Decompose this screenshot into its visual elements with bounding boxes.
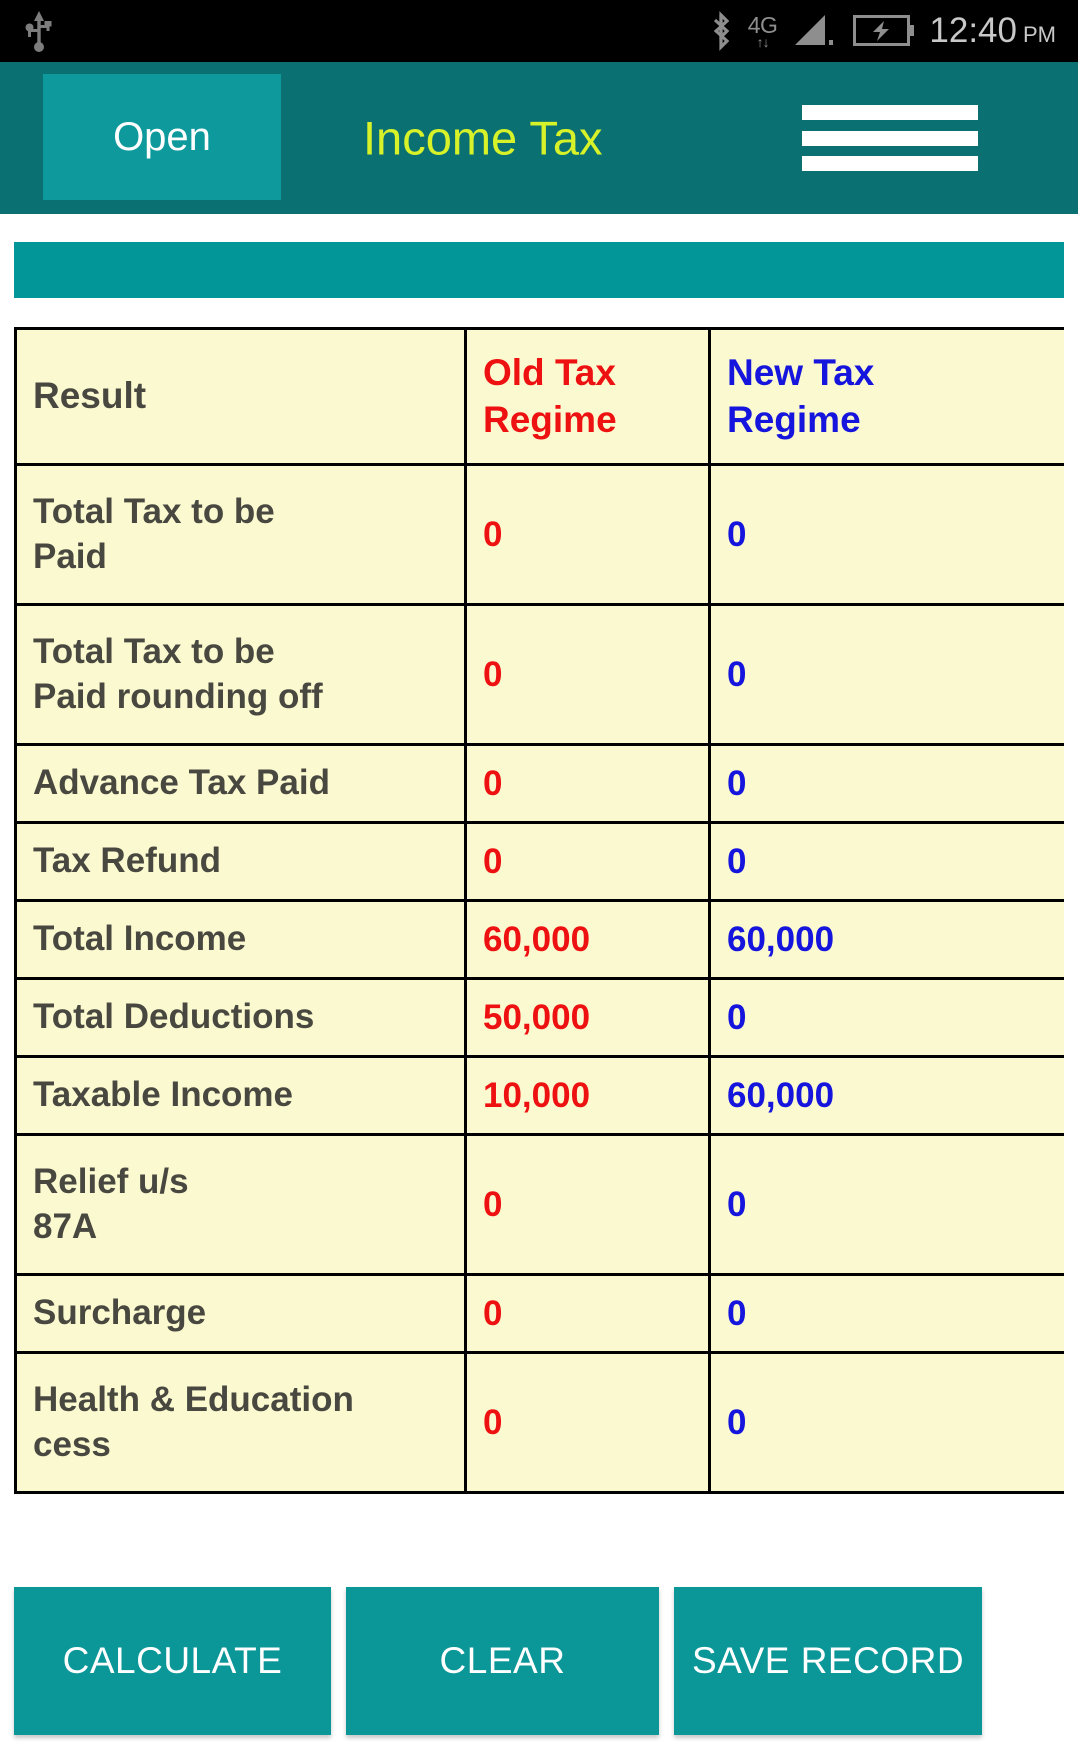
header-new-regime-line2: Regime xyxy=(727,398,861,440)
header-new-regime: New Tax Regime xyxy=(708,327,1064,466)
table-header-row: Result Old Tax Regime New Tax Regime xyxy=(14,327,1064,466)
row-label-line1: Total Deductions xyxy=(33,997,315,1037)
row-value-new-regime: 0 xyxy=(708,821,1064,902)
row-value-new-regime: 0 xyxy=(708,603,1064,746)
row-value-old-regime: 50,000 xyxy=(464,977,711,1058)
hamburger-bar-1 xyxy=(802,105,978,120)
row-label-line1: Total Income xyxy=(33,919,247,959)
row-value-new-regime: 0 xyxy=(708,1133,1064,1276)
header-old-regime: Old Tax Regime xyxy=(464,327,711,466)
status-bar: 4G ↑↓ 12:40 PM xyxy=(0,0,1078,62)
row-label: Total Tax to be Paid rounding off xyxy=(14,603,467,746)
calculate-button[interactable]: CALCULATE xyxy=(14,1587,331,1735)
main-content: Result Old Tax Regime New Tax Regime Tot… xyxy=(0,214,1078,1747)
row-value-new-regime: 0 xyxy=(708,1273,1064,1354)
row-label: Relief u/s 87A xyxy=(14,1133,467,1276)
table-row: Total Tax to be Paid 0 0 xyxy=(14,463,1064,606)
row-value-old-regime: 0 xyxy=(464,603,711,746)
row-label-line1: Relief u/s xyxy=(33,1162,189,1202)
status-bar-right-icons: 4G ↑↓ 12:40 PM xyxy=(708,10,1056,52)
row-value-new-regime: 0 xyxy=(708,977,1064,1058)
row-label-line1: Taxable Income xyxy=(33,1075,294,1115)
row-label: Health & Education cess xyxy=(14,1351,467,1494)
row-value-new-regime: 0 xyxy=(708,1351,1064,1494)
row-label-line2: Paid rounding off xyxy=(33,676,323,716)
results-table: Result Old Tax Regime New Tax Regime Tot… xyxy=(14,327,1064,1494)
row-value-old-regime: 0 xyxy=(464,463,711,606)
status-bar-left-icons xyxy=(22,9,56,53)
row-label-line1: Total Tax to be xyxy=(33,492,275,532)
row-label-line1: Health & Education xyxy=(33,1380,354,1420)
status-bar-clock: 12:40 PM xyxy=(929,11,1056,51)
network-type-indicator: 4G ↑↓ xyxy=(748,13,778,50)
row-label: Surcharge xyxy=(14,1273,467,1354)
row-value-new-regime: 0 xyxy=(708,463,1064,606)
hamburger-menu-icon[interactable] xyxy=(802,105,978,171)
row-label: Taxable Income xyxy=(14,1055,467,1136)
results-table-body: Result Old Tax Regime New Tax Regime Tot… xyxy=(14,327,1064,1494)
table-row: Total Income 60,000 60,000 xyxy=(14,899,1064,980)
row-label-line1: Surcharge xyxy=(33,1293,207,1333)
row-value-old-regime: 60,000 xyxy=(464,899,711,980)
clear-button[interactable]: CLEAR xyxy=(346,1587,659,1735)
row-value-new-regime: 0 xyxy=(708,743,1064,824)
row-label: Total Income xyxy=(14,899,467,980)
header-new-regime-line1: New Tax xyxy=(727,351,875,393)
open-button[interactable]: Open xyxy=(43,74,281,200)
row-value-old-regime: 0 xyxy=(464,821,711,902)
row-label: Total Deductions xyxy=(14,977,467,1058)
row-label-line2: 87A xyxy=(33,1206,98,1246)
usb-icon xyxy=(22,9,56,53)
page-title: Income Tax xyxy=(363,111,603,165)
row-label-line1: Tax Refund xyxy=(33,841,221,881)
section-divider-bar xyxy=(14,242,1064,298)
table-row: Advance Tax Paid 0 0 xyxy=(14,743,1064,824)
app-screen: 4G ↑↓ 12:40 PM Open Income Tax Result Ol… xyxy=(0,0,1078,1747)
row-value-old-regime: 0 xyxy=(464,1273,711,1354)
table-row: Tax Refund 0 0 xyxy=(14,821,1064,902)
row-value-old-regime: 0 xyxy=(464,1351,711,1494)
results-table-container[interactable]: Result Old Tax Regime New Tax Regime Tot… xyxy=(14,327,1064,1585)
row-label-line2: cess xyxy=(33,1424,111,1464)
row-value-old-regime: 10,000 xyxy=(464,1055,711,1136)
hamburger-bar-3 xyxy=(802,156,978,171)
bluetooth-icon xyxy=(708,10,734,52)
table-row: Relief u/s 87A 0 0 xyxy=(14,1133,1064,1276)
action-button-row: CALCULATE CLEAR SAVE RECORD xyxy=(14,1585,1064,1747)
table-row: Total Tax to be Paid rounding off 0 0 xyxy=(14,603,1064,746)
row-label-line1: Total Tax to be xyxy=(33,632,275,672)
row-value-new-regime: 60,000 xyxy=(708,899,1064,980)
save-record-button[interactable]: SAVE RECORD xyxy=(674,1587,982,1735)
table-row: Surcharge 0 0 xyxy=(14,1273,1064,1354)
row-label-line1: Advance Tax Paid xyxy=(33,763,330,803)
row-value-old-regime: 0 xyxy=(464,1133,711,1276)
app-bar: Open Income Tax xyxy=(0,62,1078,214)
row-value-old-regime: 0 xyxy=(464,743,711,824)
clock-time: 12:40 xyxy=(929,11,1017,50)
clock-ampm: PM xyxy=(1023,22,1056,47)
table-row: Health & Education cess 0 0 xyxy=(14,1351,1064,1494)
header-old-regime-line1: Old Tax xyxy=(483,351,616,393)
signal-strength-icon xyxy=(791,11,839,51)
header-old-regime-line2: Regime xyxy=(483,398,617,440)
row-label: Total Tax to be Paid xyxy=(14,463,467,606)
row-value-new-regime: 60,000 xyxy=(708,1055,1064,1136)
row-label: Advance Tax Paid xyxy=(14,743,467,824)
table-row: Total Deductions 50,000 0 xyxy=(14,977,1064,1058)
row-label-line2: Paid xyxy=(33,536,107,576)
row-label: Tax Refund xyxy=(14,821,467,902)
battery-charging-icon xyxy=(853,13,915,49)
header-result: Result xyxy=(14,327,467,466)
table-row: Taxable Income 10,000 60,000 xyxy=(14,1055,1064,1136)
hamburger-bar-2 xyxy=(802,130,978,146)
data-transfer-arrows-icon: ↑↓ xyxy=(756,33,770,50)
